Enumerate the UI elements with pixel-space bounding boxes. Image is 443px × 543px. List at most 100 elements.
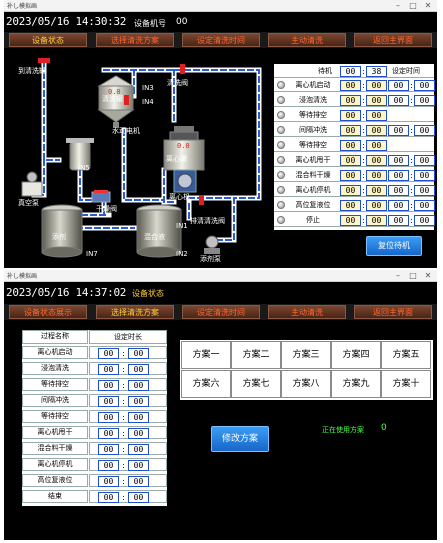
set-minutes-input[interactable]: 00 <box>388 200 409 211</box>
radio-indicator-icon[interactable] <box>277 141 285 149</box>
nav-set-time[interactable]: 设定清洗时间 <box>182 33 260 47</box>
nav-home[interactable]: 返回主界面 <box>354 305 432 319</box>
window-titlebar: 补し模拟画 – □ ✕ <box>4 0 437 12</box>
set-minutes-input[interactable]: 00 <box>388 125 409 136</box>
radio-indicator-icon[interactable] <box>277 96 285 104</box>
radio-indicator-icon[interactable] <box>277 216 285 224</box>
maximize-icon[interactable]: □ <box>406 270 420 282</box>
plan-option-8[interactable]: 方案八 <box>281 370 331 398</box>
plan-option-7[interactable]: 方案七 <box>231 370 281 398</box>
nav-select-plan[interactable]: 选择清洗方案 <box>96 305 174 319</box>
table-row: 结束 00:00 <box>22 490 167 503</box>
maximize-icon[interactable]: □ <box>406 0 420 12</box>
duration-minutes-input[interactable]: 00 <box>98 476 119 487</box>
duration-seconds-input[interactable]: 00 <box>128 492 149 503</box>
duration-minutes-input[interactable]: 00 <box>98 428 119 439</box>
close-icon[interactable]: ✕ <box>421 0 435 12</box>
top-nav-bar: 设备状态 选择清洗方案 设定清洗时间 主动清洗 返回主界面 <box>4 32 437 48</box>
set-seconds-input[interactable]: 00 <box>414 215 435 226</box>
radio-indicator-icon[interactable] <box>277 186 285 194</box>
radio-indicator-icon[interactable] <box>277 81 285 89</box>
duration-minutes-input[interactable]: 00 <box>98 492 119 503</box>
set-minutes-input[interactable]: 00 <box>388 170 409 181</box>
duration-minutes-input[interactable]: 00 <box>98 396 119 407</box>
nav-device-status[interactable]: 设备状态展示 <box>9 305 87 319</box>
nav-device-status[interactable]: 设备状态 <box>9 33 87 47</box>
set-seconds-input[interactable]: 00 <box>414 200 435 211</box>
set-minutes-input[interactable]: 00 <box>388 95 409 106</box>
duration-seconds-input[interactable]: 00 <box>128 428 149 439</box>
set-minutes-input[interactable]: 00 <box>388 215 409 226</box>
duration-minutes-input[interactable]: 00 <box>98 380 119 391</box>
process-name: 离心机启动 <box>22 346 88 359</box>
label-mixer: 混合液 <box>144 233 165 241</box>
set-minutes-input[interactable]: 00 <box>388 155 409 166</box>
elapsed-minutes: 00 <box>340 125 361 136</box>
radio-indicator-icon[interactable] <box>277 171 285 179</box>
duration-minutes-input[interactable]: 00 <box>98 348 119 359</box>
set-seconds-input[interactable]: 00 <box>414 125 435 136</box>
set-seconds-input[interactable]: 00 <box>414 155 435 166</box>
header-set-duration: 设定时长 <box>89 330 167 344</box>
set-seconds-input[interactable]: 00 <box>414 185 435 196</box>
header-process-name: 过程名称 <box>22 330 88 344</box>
process-name: 间隔冲洗 <box>22 394 88 407</box>
modify-plan-button[interactable]: 修改方案 <box>211 426 269 452</box>
label-dose-pump: 添剂泵 <box>200 255 221 263</box>
duration-seconds-input[interactable]: 00 <box>128 348 149 359</box>
nav-select-plan[interactable]: 选择清洗方案 <box>96 33 174 47</box>
duration-seconds-input[interactable]: 00 <box>128 412 149 423</box>
process-name: 离心机甩干 <box>22 426 88 439</box>
radio-indicator-icon[interactable] <box>277 201 285 209</box>
plan-option-5[interactable]: 方案五 <box>381 341 431 369</box>
set-seconds-input[interactable]: 00 <box>414 170 435 181</box>
duration-cell: 00:00 <box>89 378 167 391</box>
radio-indicator-icon[interactable] <box>277 156 285 164</box>
plan-option-10[interactable]: 方案十 <box>381 370 431 398</box>
duration-cell: 00:00 <box>89 346 167 359</box>
ingredient-tank <box>41 204 83 258</box>
duration-seconds-input[interactable]: 00 <box>128 380 149 391</box>
duration-minutes-input[interactable]: 00 <box>98 444 119 455</box>
reset-standby-button[interactable]: 复位待机 <box>366 236 422 256</box>
duration-seconds-input[interactable]: 00 <box>128 476 149 487</box>
nav-active-clean[interactable]: 主动清洗 <box>268 305 346 319</box>
process-time-table: 过程名称 设定时长 离心机启动 00:00 浸泡清洗 00:00 等待排空 00:00 间隔… <box>22 330 167 506</box>
process-name: 停止 <box>306 216 320 224</box>
duration-seconds-input[interactable]: 00 <box>128 396 149 407</box>
duration-seconds-input[interactable]: 00 <box>128 364 149 375</box>
panel-row: 高位复液位 00:00 00:00 <box>274 199 435 212</box>
plan-option-2[interactable]: 方案二 <box>231 341 281 369</box>
plan-option-4[interactable]: 方案四 <box>331 341 381 369</box>
process-name: 等待排空 <box>22 378 88 391</box>
current-plan-label: 正在使用方案 <box>322 426 364 434</box>
radio-indicator-icon[interactable] <box>277 111 285 119</box>
duration-seconds-input[interactable]: 00 <box>128 444 149 455</box>
duration-minutes-input[interactable]: 00 <box>98 364 119 375</box>
bottom-nav-bar: 设备状态展示 选择清洗方案 设定清洗时间 主动清洗 返回主界面 <box>4 304 437 320</box>
minimize-icon[interactable]: – <box>391 270 405 282</box>
duration-minutes-input[interactable]: 00 <box>98 412 119 423</box>
set-seconds-input[interactable]: 00 <box>414 95 435 106</box>
plan-option-9[interactable]: 方案九 <box>331 370 381 398</box>
elapsed-seconds: 00 <box>366 155 387 166</box>
nav-active-clean[interactable]: 主动清洗 <box>268 33 346 47</box>
set-minutes-input[interactable]: 00 <box>388 185 409 196</box>
label-ingredient: 添剂 <box>52 233 66 241</box>
set-seconds-input[interactable]: 00 <box>414 80 435 91</box>
table-row: 混合料干燥 00:00 <box>22 442 167 455</box>
nav-set-time[interactable]: 设定清洗时间 <box>182 305 260 319</box>
close-icon[interactable]: ✕ <box>421 270 435 282</box>
minimize-icon[interactable]: – <box>391 0 405 12</box>
plan-option-1[interactable]: 方案一 <box>181 341 231 369</box>
radio-indicator-icon[interactable] <box>277 126 285 134</box>
duration-cell: 00:00 <box>89 442 167 455</box>
nav-home[interactable]: 返回主界面 <box>354 33 432 47</box>
duration-seconds-input[interactable]: 00 <box>128 460 149 471</box>
duration-minutes-input[interactable]: 00 <box>98 460 119 471</box>
plan-option-6[interactable]: 方案六 <box>181 370 231 398</box>
set-minutes-input[interactable]: 00 <box>388 80 409 91</box>
plan-option-3[interactable]: 方案三 <box>281 341 331 369</box>
elapsed-minutes: 00 <box>340 170 361 181</box>
duration-cell: 00:00 <box>89 474 167 487</box>
